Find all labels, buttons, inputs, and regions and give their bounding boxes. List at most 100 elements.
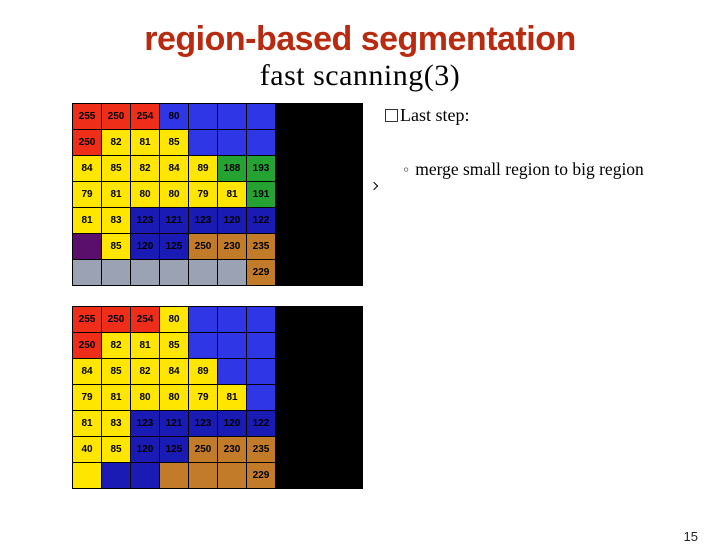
grid-cell bbox=[218, 307, 246, 332]
grid-cell bbox=[73, 463, 101, 488]
grid-cell bbox=[73, 260, 101, 285]
grid-cell: 81 bbox=[102, 385, 130, 410]
grid-cell: 254 bbox=[131, 307, 159, 332]
grid-cell: 193 bbox=[247, 156, 275, 181]
grid-cell bbox=[247, 359, 275, 384]
grid-cell bbox=[218, 463, 246, 488]
grid-cell bbox=[218, 130, 246, 155]
left-column: 2552502548025082818584858284891881937981… bbox=[70, 101, 365, 507]
grid-cell: 250 bbox=[102, 307, 130, 332]
grid-cell: 80 bbox=[160, 307, 188, 332]
grid-cell: 79 bbox=[189, 385, 217, 410]
grid-cell: 81 bbox=[218, 385, 246, 410]
grid-cell bbox=[218, 333, 246, 358]
grid-cell: 122 bbox=[247, 208, 275, 233]
grid-cell: 89 bbox=[189, 156, 217, 181]
grid-cell: 125 bbox=[160, 437, 188, 462]
grid-cell: 81 bbox=[102, 182, 130, 207]
grid-cell: 229 bbox=[247, 260, 275, 285]
grid-cell: 230 bbox=[218, 437, 246, 462]
grid-cell: 121 bbox=[160, 208, 188, 233]
grid-cell bbox=[189, 333, 217, 358]
grid-cell: 81 bbox=[73, 411, 101, 436]
grid-cell: 80 bbox=[160, 385, 188, 410]
grid-cell: 79 bbox=[73, 385, 101, 410]
grid-cell: 84 bbox=[73, 359, 101, 384]
grid-cell: 120 bbox=[218, 411, 246, 436]
grid-cell bbox=[189, 104, 217, 129]
grid-cell: 121 bbox=[160, 411, 188, 436]
grid-cell bbox=[73, 234, 101, 259]
grid-cell: 191 bbox=[247, 182, 275, 207]
grid-cell: 235 bbox=[247, 437, 275, 462]
grid-cell: 85 bbox=[102, 437, 130, 462]
grid-cell bbox=[218, 359, 246, 384]
grid-cell: 85 bbox=[160, 333, 188, 358]
grid-cell: 250 bbox=[102, 104, 130, 129]
grid-cell: 83 bbox=[102, 208, 130, 233]
grid-cell bbox=[218, 260, 246, 285]
grid-cell bbox=[247, 130, 275, 155]
grid-cell: 80 bbox=[160, 104, 188, 129]
grid-cell: 123 bbox=[131, 208, 159, 233]
grid-cell: 82 bbox=[131, 359, 159, 384]
grid-top: 2552502548025082818584858284891881937981… bbox=[72, 103, 363, 286]
grid-cell: 229 bbox=[247, 463, 275, 488]
bullet-line: Last step: bbox=[385, 105, 690, 126]
grid-cell: 80 bbox=[131, 385, 159, 410]
slide-title: region-based segmentation bbox=[0, 20, 720, 59]
right-column: Last step: ◦merge small region to big re… bbox=[365, 101, 690, 507]
grid-cell bbox=[160, 260, 188, 285]
grid-cell: 188 bbox=[218, 156, 246, 181]
grid-cell: 89 bbox=[189, 359, 217, 384]
grid-cell: 123 bbox=[131, 411, 159, 436]
bullet-text: Last step: bbox=[400, 105, 470, 125]
grid-cell bbox=[102, 463, 130, 488]
grid-cell bbox=[131, 463, 159, 488]
grid-cell: 125 bbox=[160, 234, 188, 259]
grid-cell: 80 bbox=[160, 182, 188, 207]
grid-cell: 255 bbox=[73, 104, 101, 129]
grid-cell: 85 bbox=[102, 359, 130, 384]
grid-cell: 230 bbox=[218, 234, 246, 259]
grid-cell: 254 bbox=[131, 104, 159, 129]
sub-bullet-text: merge small region to big region bbox=[415, 159, 644, 179]
grid-cell bbox=[189, 260, 217, 285]
grid-cell bbox=[189, 307, 217, 332]
grid-top-wrap: 2552502548025082818584858284891881937981… bbox=[70, 101, 365, 288]
grid-cell: 235 bbox=[247, 234, 275, 259]
grid-cell: 120 bbox=[131, 437, 159, 462]
grid-cell: 81 bbox=[131, 130, 159, 155]
grid-cell: 85 bbox=[102, 156, 130, 181]
sub-bullet-line: ◦merge small region to big region bbox=[385, 158, 690, 181]
grid-cell bbox=[189, 130, 217, 155]
grid-cell: 81 bbox=[131, 333, 159, 358]
grid-cell: 250 bbox=[73, 333, 101, 358]
grid-cell bbox=[218, 104, 246, 129]
grid-cell: 120 bbox=[131, 234, 159, 259]
grid-cell: 123 bbox=[189, 411, 217, 436]
grid-cell bbox=[160, 463, 188, 488]
grid-cell bbox=[102, 260, 130, 285]
grid-cell bbox=[189, 463, 217, 488]
grid-cell: 85 bbox=[102, 234, 130, 259]
grid-cell: 122 bbox=[247, 411, 275, 436]
grid-cell: 82 bbox=[131, 156, 159, 181]
grid-cell: 123 bbox=[189, 208, 217, 233]
grid-cell: 82 bbox=[102, 130, 130, 155]
grid-cell: 40 bbox=[73, 437, 101, 462]
grid-cell: 250 bbox=[189, 234, 217, 259]
grid-cell: 250 bbox=[73, 130, 101, 155]
grid-cell: 82 bbox=[102, 333, 130, 358]
grid-cell: 255 bbox=[73, 307, 101, 332]
grid-cell bbox=[247, 104, 275, 129]
grid-cell bbox=[247, 385, 275, 410]
grid-cell: 250 bbox=[189, 437, 217, 462]
grid-cell: 83 bbox=[102, 411, 130, 436]
grid-cell: 79 bbox=[189, 182, 217, 207]
grid-cell: 120 bbox=[218, 208, 246, 233]
content-row: 2552502548025082818584858284891881937981… bbox=[0, 93, 720, 507]
grid-cell: 84 bbox=[160, 359, 188, 384]
slide-subtitle: fast scanning(3) bbox=[0, 59, 720, 93]
grid-cell bbox=[131, 260, 159, 285]
